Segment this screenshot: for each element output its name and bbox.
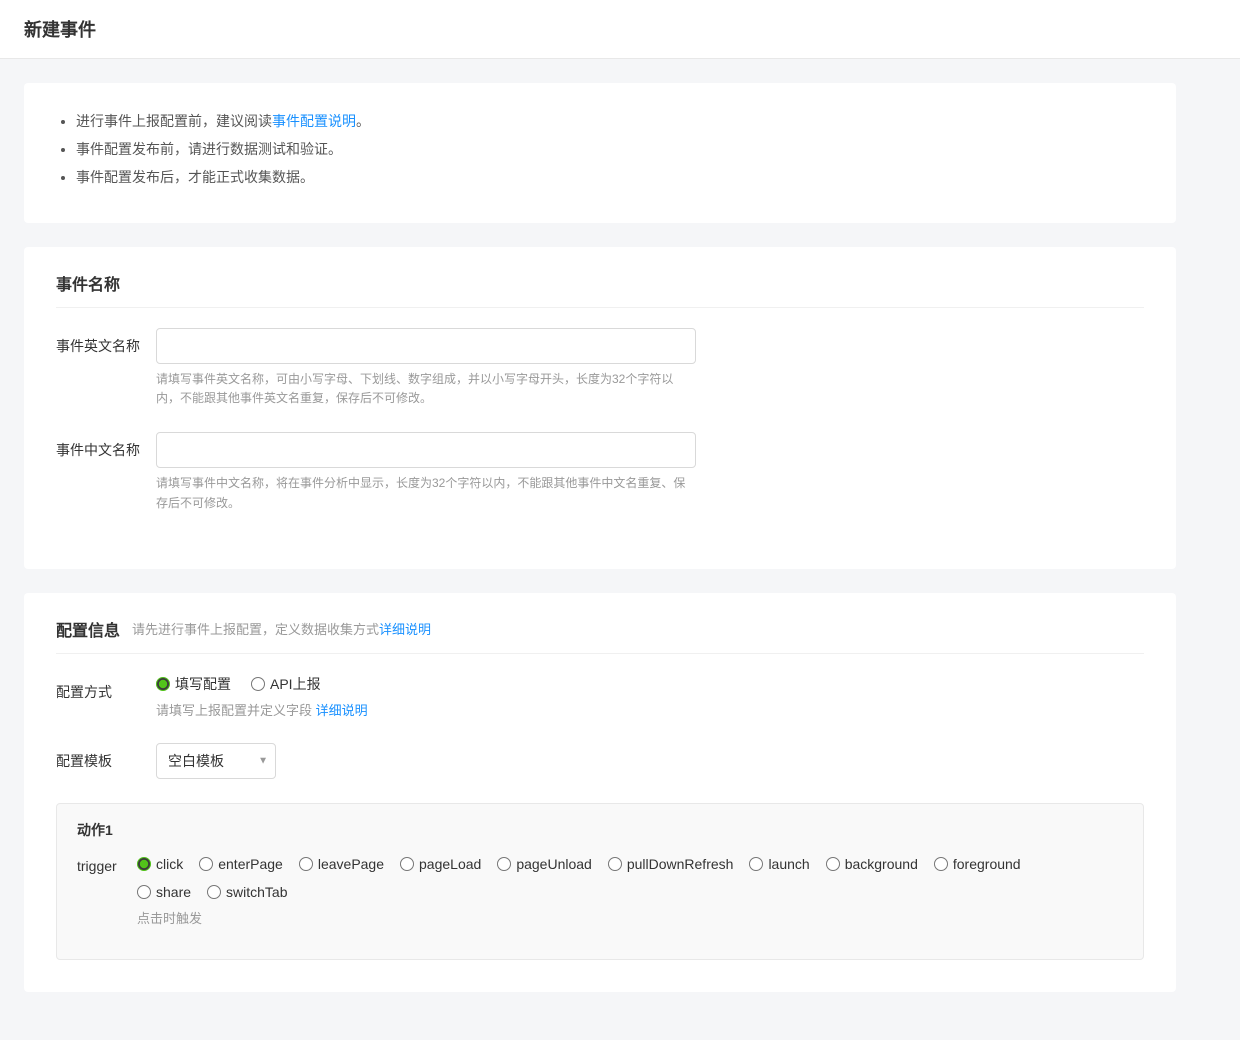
page-title: 新建事件: [24, 16, 1216, 42]
method-radio-fill-input[interactable]: [156, 677, 170, 691]
trigger-options-group: click enterPage leavePage pageLoad: [137, 856, 1021, 872]
notice-item-1: 进行事件上报配置前，建议阅读事件配置说明。: [76, 107, 1144, 135]
english-name-hint: 请填写事件英文名称，可由小写字母、下划线、数字组成，并以小写字母开头，长度为32…: [156, 370, 696, 408]
chinese-name-hint: 请填写事件中文名称，将在事件分析中显示，长度为32个字符以内，不能跟其他事件中文…: [156, 474, 696, 512]
notice-item-2: 事件配置发布前，请进行数据测试和验证。: [76, 135, 1144, 163]
method-row: 配置方式 填写配置 API上报 请填写上报配置并定义字段 详细说明: [56, 674, 1144, 719]
trigger-background[interactable]: background: [826, 856, 918, 872]
english-name-row: 事件英文名称 请填写事件英文名称，可由小写字母、下划线、数字组成，并以小写字母开…: [56, 328, 1144, 408]
event-name-section-title: 事件名称: [56, 271, 1144, 308]
config-section-header: 配置信息 请先进行事件上报配置，定义数据收集方式详细说明: [56, 617, 1144, 654]
method-detail-link[interactable]: 详细说明: [316, 703, 368, 718]
detail-link[interactable]: 详细说明: [379, 622, 431, 637]
trigger-pageUnload[interactable]: pageUnload: [497, 856, 592, 872]
chinese-name-label: 事件中文名称: [56, 432, 156, 460]
trigger-switchTab-input[interactable]: [207, 885, 221, 899]
trigger-pageLoad[interactable]: pageLoad: [400, 856, 481, 872]
trigger-launch-input[interactable]: [749, 857, 763, 871]
chinese-name-input[interactable]: [156, 432, 696, 468]
english-name-input[interactable]: [156, 328, 696, 364]
method-radio-fill[interactable]: 填写配置: [156, 674, 231, 694]
method-radio-api[interactable]: API上报: [251, 674, 321, 694]
trigger-click[interactable]: click: [137, 856, 183, 872]
trigger-label: trigger: [77, 856, 137, 874]
trigger-foreground-input[interactable]: [934, 857, 948, 871]
trigger-enterPage-input[interactable]: [199, 857, 213, 871]
trigger-pullDownRefresh-input[interactable]: [608, 857, 622, 871]
config-section-title: 配置信息: [56, 617, 120, 641]
notice-card: 进行事件上报配置前，建议阅读事件配置说明。 事件配置发布前，请进行数据测试和验证…: [24, 83, 1176, 223]
method-hint: 请填写上报配置并定义字段 详细说明: [156, 700, 696, 719]
trigger-enterPage[interactable]: enterPage: [199, 856, 283, 872]
trigger-switchTab[interactable]: switchTab: [207, 884, 287, 900]
trigger-pageUnload-input[interactable]: [497, 857, 511, 871]
trigger-row: trigger click enterPage leav: [77, 856, 1123, 927]
trigger-foreground[interactable]: foreground: [934, 856, 1021, 872]
trigger-share[interactable]: share: [137, 884, 191, 900]
trigger-pageLoad-input[interactable]: [400, 857, 414, 871]
method-wrap: 填写配置 API上报 请填写上报配置并定义字段 详细说明: [156, 674, 696, 719]
template-select[interactable]: 空白模板 模板1: [156, 743, 276, 779]
config-card: 配置信息 请先进行事件上报配置，定义数据收集方式详细说明 配置方式 填写配置 A…: [24, 593, 1176, 992]
trigger-desc: 点击时触发: [137, 908, 1021, 927]
trigger-share-input[interactable]: [137, 885, 151, 899]
trigger-click-input[interactable]: [137, 857, 151, 871]
notice-list: 进行事件上报配置前，建议阅读事件配置说明。 事件配置发布前，请进行数据测试和验证…: [56, 107, 1144, 191]
trigger-options-row2: share switchTab: [137, 884, 1021, 900]
event-config-link-1[interactable]: 事件配置说明: [272, 113, 356, 129]
event-name-card: 事件名称 事件英文名称 请填写事件英文名称，可由小写字母、下划线、数字组成，并以…: [24, 247, 1176, 569]
config-section-desc: 请先进行事件上报配置，定义数据收集方式详细说明: [132, 619, 431, 638]
trigger-leavePage-input[interactable]: [299, 857, 313, 871]
trigger-background-input[interactable]: [826, 857, 840, 871]
method-radio-api-input[interactable]: [251, 677, 265, 691]
page-header: 新建事件: [0, 0, 1240, 59]
notice-item-3: 事件配置发布后，才能正式收集数据。: [76, 163, 1144, 191]
template-select-wrap: 空白模板 模板1 ▼: [156, 743, 276, 779]
english-name-wrap: 请填写事件英文名称，可由小写字母、下划线、数字组成，并以小写字母开头，长度为32…: [156, 328, 696, 408]
trigger-launch[interactable]: launch: [749, 856, 809, 872]
template-row: 配置模板 空白模板 模板1 ▼: [56, 743, 1144, 779]
template-label: 配置模板: [56, 743, 156, 771]
chinese-name-wrap: 请填写事件中文名称，将在事件分析中显示，长度为32个字符以内，不能跟其他事件中文…: [156, 432, 696, 512]
english-name-label: 事件英文名称: [56, 328, 156, 356]
trigger-options-wrap: click enterPage leavePage pageLoad: [137, 856, 1021, 927]
method-label: 配置方式: [56, 674, 156, 702]
method-radio-group: 填写配置 API上报: [156, 674, 696, 694]
event-name-form: 事件英文名称 请填写事件英文名称，可由小写字母、下划线、数字组成，并以小写字母开…: [56, 328, 1144, 513]
action-card: 动作1 trigger click enterPage: [56, 803, 1144, 960]
chinese-name-row: 事件中文名称 请填写事件中文名称，将在事件分析中显示，长度为32个字符以内，不能…: [56, 432, 1144, 512]
action-title: 动作1: [77, 820, 1123, 840]
trigger-leavePage[interactable]: leavePage: [299, 856, 384, 872]
template-wrap: 空白模板 模板1 ▼: [156, 743, 696, 779]
trigger-pullDownRefresh[interactable]: pullDownRefresh: [608, 856, 734, 872]
